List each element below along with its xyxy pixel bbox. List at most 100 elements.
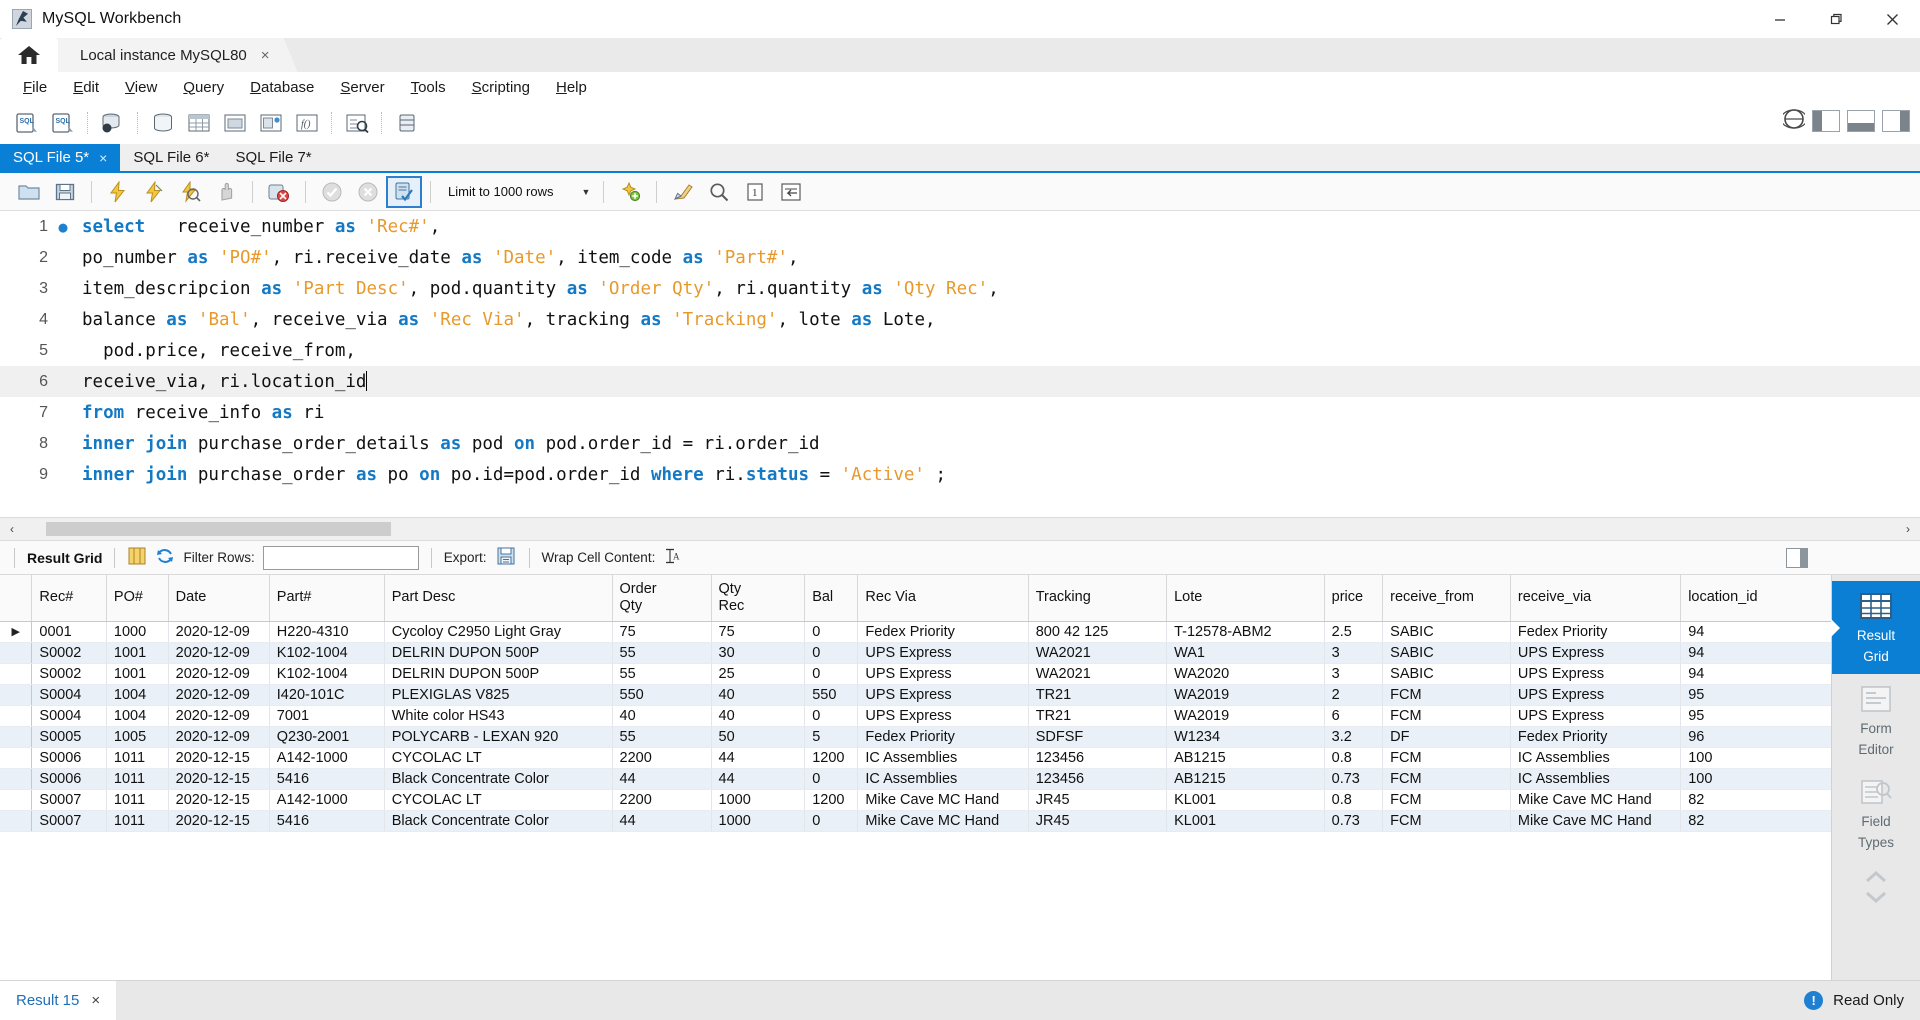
cell[interactable]: 550 — [612, 684, 712, 706]
new-table-icon[interactable] — [182, 108, 216, 138]
cell[interactable]: IC Assemblies — [1510, 768, 1682, 790]
home-tab[interactable] — [0, 38, 58, 72]
column-header-bal[interactable]: Bal — [804, 575, 859, 622]
side-tab-scroll-controls[interactable] — [1863, 870, 1889, 908]
find-icon[interactable] — [702, 177, 736, 207]
cell[interactable]: 100 — [1680, 747, 1831, 769]
cell[interactable]: 0 — [804, 663, 859, 685]
cell[interactable]: 95 — [1680, 705, 1831, 727]
row-selector[interactable]: ▶ — [0, 621, 33, 643]
cell[interactable]: W1234 — [1166, 726, 1325, 748]
column-header-order-qty[interactable]: Order Qty — [612, 575, 712, 622]
cell[interactable]: SDFSF — [1028, 726, 1168, 748]
cell[interactable]: 2200 — [612, 789, 712, 811]
open-file-icon[interactable] — [12, 177, 46, 207]
cell[interactable]: 55 — [612, 663, 712, 685]
rollback-icon[interactable] — [351, 177, 385, 207]
cell[interactable]: S0007 — [31, 810, 107, 832]
cell[interactable]: S0005 — [31, 726, 107, 748]
cell[interactable]: Black Concentrate Color — [384, 768, 613, 790]
save-file-icon[interactable] — [48, 177, 82, 207]
cell[interactable]: JR45 — [1028, 789, 1168, 811]
cell[interactable]: FCM — [1382, 747, 1511, 769]
close-icon[interactable]: × — [261, 48, 270, 63]
cell[interactable]: PLEXIGLAS V825 — [384, 684, 613, 706]
new-function-icon[interactable]: f() — [290, 108, 324, 138]
cell[interactable]: AB1215 — [1166, 768, 1325, 790]
cell[interactable]: IC Assemblies — [857, 747, 1029, 769]
toggle-panel-icon[interactable] — [1786, 548, 1808, 568]
cell[interactable]: H220-4310 — [269, 621, 385, 643]
cell[interactable]: UPS Express — [857, 642, 1029, 664]
result-grid-wrapper[interactable]: Rec# PO# Date Part# Part Desc Order Qty Qty Rec B… — [0, 575, 1831, 980]
wrap-cell-content-icon[interactable]: A — [663, 547, 681, 569]
side-tab-form-editor[interactable]: Form Editor — [1832, 674, 1920, 767]
cell[interactable]: Mike Cave MC Hand — [1510, 810, 1682, 832]
cell[interactable]: 94 — [1680, 621, 1831, 643]
cell[interactable]: S0004 — [31, 705, 107, 727]
cell[interactable]: 2020-12-15 — [168, 768, 270, 790]
row-selector[interactable] — [0, 789, 33, 811]
cell[interactable]: 75 — [711, 621, 806, 643]
cell[interactable]: 1005 — [106, 726, 169, 748]
cell[interactable]: 44 — [711, 747, 806, 769]
column-header-receive_from[interactable]: receive_from — [1382, 575, 1511, 622]
chevron-down-icon[interactable] — [1863, 890, 1889, 908]
cell[interactable]: K102-1004 — [269, 663, 385, 685]
cell[interactable]: UPS Express — [857, 705, 1029, 727]
cell[interactable]: S0004 — [31, 684, 107, 706]
execute-statement-icon[interactable] — [101, 177, 135, 207]
cell[interactable]: UPS Express — [1510, 705, 1682, 727]
cell[interactable]: WA2020 — [1166, 663, 1325, 685]
cell[interactable]: 2020-12-09 — [168, 642, 270, 664]
toggle-stop-on-error-icon[interactable] — [262, 177, 296, 207]
cell[interactable]: 82 — [1680, 810, 1831, 832]
cell[interactable]: 30 — [711, 642, 806, 664]
cell[interactable]: 40 — [612, 705, 712, 727]
cell[interactable]: 3 — [1324, 663, 1384, 685]
cell[interactable]: 1004 — [106, 705, 169, 727]
tab-sql-file-6[interactable]: SQL File 6* — [120, 144, 222, 171]
connect-to-database-icon[interactable] — [96, 108, 130, 138]
cell[interactable]: 5416 — [269, 768, 385, 790]
toggle-output-icon[interactable] — [1847, 110, 1875, 132]
row-selector[interactable] — [0, 810, 33, 832]
cell[interactable]: WA2019 — [1166, 684, 1325, 706]
table-row[interactable]: S0002 1001 2020-12-09 K102-1004 DELRIN DUPON… — [0, 642, 1831, 664]
cell[interactable]: Fedex Priority — [1510, 621, 1682, 643]
column-header-rec[interactable]: Rec# — [31, 575, 107, 622]
cell[interactable]: 82 — [1680, 789, 1831, 811]
cell[interactable]: 2.5 — [1324, 621, 1384, 643]
column-header-location_id[interactable]: location_id — [1680, 575, 1831, 622]
column-header-rec-via[interactable]: Rec Via — [857, 575, 1029, 622]
sql-line-1[interactable]: 1 ● select receive_number as 'Rec#', — [0, 211, 1920, 242]
cell[interactable]: S0002 — [31, 642, 107, 664]
menu-query[interactable]: Query — [170, 76, 237, 99]
cell[interactable]: Mike Cave MC Hand — [857, 789, 1029, 811]
result-grid-body[interactable]: ▶ 0001 1000 2020-12-09 H220-4310 Cycoloy C295… — [0, 621, 1831, 832]
cell[interactable]: 75 — [612, 621, 712, 643]
menu-tools[interactable]: Tools — [398, 76, 459, 99]
cell[interactable]: 0 — [804, 642, 859, 664]
cell[interactable]: POLYCARB - LEXAN 920 — [384, 726, 613, 748]
cell[interactable]: 1001 — [106, 642, 169, 664]
cell[interactable]: 40 — [711, 705, 806, 727]
sql-line-3[interactable]: 3 item_descripcion as 'Part Desc', pod.qu… — [0, 273, 1920, 304]
close-button[interactable] — [1864, 0, 1920, 38]
filter-rows-input[interactable] — [262, 545, 419, 570]
execute-current-statement-icon[interactable] — [137, 177, 171, 207]
cell[interactable]: 1001 — [106, 663, 169, 685]
toggle-sidebar-icon[interactable] — [1812, 110, 1840, 132]
column-header-price[interactable]: price — [1324, 575, 1384, 622]
workbench-globe-icon[interactable] — [1780, 108, 1808, 134]
cell[interactable]: UPS Express — [857, 684, 1029, 706]
cell[interactable]: Mike Cave MC Hand — [1510, 789, 1682, 811]
cell[interactable]: S0006 — [31, 747, 107, 769]
cell[interactable]: CYCOLAC LT — [384, 747, 613, 769]
cell[interactable]: S0007 — [31, 789, 107, 811]
cell[interactable]: Black Concentrate Color — [384, 810, 613, 832]
cell[interactable]: 0.73 — [1324, 768, 1384, 790]
cell[interactable]: JR45 — [1028, 810, 1168, 832]
row-selector[interactable] — [0, 684, 33, 706]
sql-line-2[interactable]: 2 po_number as 'PO#', ri.receive_date as … — [0, 242, 1920, 273]
